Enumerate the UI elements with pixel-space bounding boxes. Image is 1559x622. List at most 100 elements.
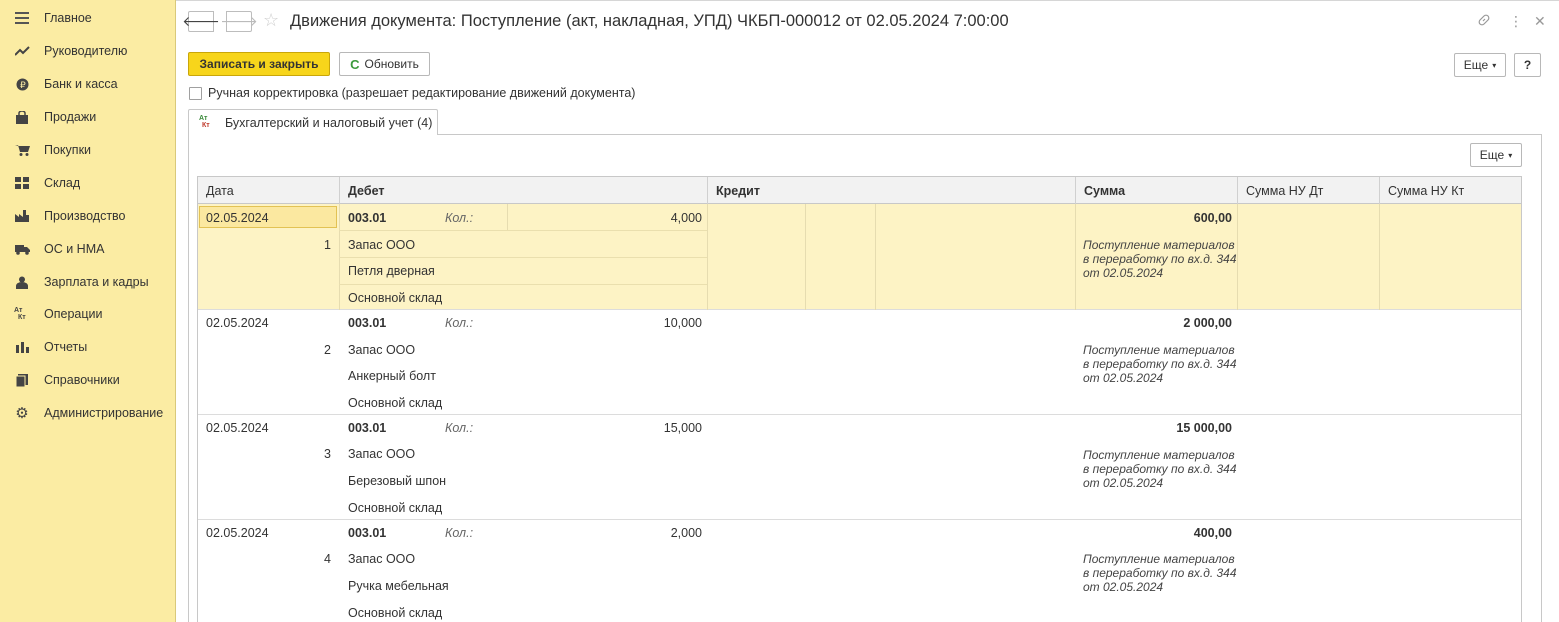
table-row[interactable]: 02.05.2024 1 003.01 Кол.: 4,000 Запас ОО… — [198, 204, 1521, 310]
bar-chart-icon — [14, 339, 30, 355]
row-comment: Поступление материалов в переработку по … — [1083, 448, 1237, 490]
debit-subconto-2: Ручка мебельная — [348, 579, 449, 593]
refresh-button[interactable]: C Обновить — [339, 52, 430, 76]
forward-button[interactable]: 🡒 — [220, 11, 258, 32]
sidebar-item-fixed-assets[interactable]: ОС и НМА — [0, 238, 176, 260]
svg-text:₽: ₽ — [20, 81, 26, 91]
table-more-button[interactable]: Еще ▾ — [1470, 143, 1522, 167]
back-button[interactable]: 🡐 — [182, 11, 220, 32]
sidebar-item-label: Банк и касса — [44, 77, 118, 91]
column-header-credit[interactable]: Кредит — [708, 177, 1076, 204]
debit-qty: 2,000 — [670, 526, 702, 540]
sidebar-item-admin[interactable]: ⚙ Администрирование — [0, 402, 176, 424]
debit-qty: 15,000 — [663, 421, 702, 435]
row-date: 02.05.2024 — [206, 526, 269, 540]
qty-label: Кол.: — [445, 316, 474, 330]
sidebar-item-label: Справочники — [44, 373, 120, 387]
debit-subconto-3: Основной склад — [348, 291, 443, 305]
debit-account: 003.01 — [348, 421, 387, 435]
debit-subconto-3: Основной склад — [348, 396, 443, 410]
truck-icon — [14, 241, 30, 257]
row-date: 02.05.2024 — [206, 211, 269, 225]
column-header-sum[interactable]: Сумма — [1076, 177, 1238, 204]
sidebar-item-purchases[interactable]: Покупки — [0, 139, 176, 161]
manual-correction-checkbox[interactable] — [189, 86, 202, 100]
column-header-debit[interactable]: Дебет — [340, 177, 708, 204]
more-label: Еще — [1463, 58, 1489, 72]
cart-icon — [14, 142, 30, 158]
arrow-right-icon: 🡒 — [220, 13, 258, 29]
sidebar-item-label: Зарплата и кадры — [44, 275, 149, 289]
sidebar-item-sales[interactable]: Продажи — [0, 106, 176, 128]
debit-subconto-2: Анкерный болт — [348, 369, 436, 383]
person-icon — [14, 274, 30, 290]
manual-correction-row[interactable]: Ручная корректировка (разрешает редактир… — [189, 86, 635, 100]
row-date: 02.05.2024 — [206, 421, 269, 435]
more-button[interactable]: Еще ▾ — [1454, 53, 1506, 77]
sidebar-item-warehouse[interactable]: Склад — [0, 172, 176, 194]
table-row[interactable]: 02.05.2024 2 003.01 Кол.: 10,000 Запас О… — [198, 310, 1521, 415]
sidebar-item-label: Производство — [44, 209, 126, 223]
sidebar-item-label: Операции — [44, 307, 103, 321]
debit-subconto-3: Основной склад — [348, 501, 443, 515]
column-header-sum-tax-dt[interactable]: Сумма НУ Дт — [1238, 177, 1380, 204]
link-icon[interactable] — [1477, 13, 1491, 30]
row-number: 1 — [324, 238, 331, 252]
trend-icon — [14, 43, 30, 59]
sidebar-item-references[interactable]: Справочники — [0, 369, 176, 391]
sidebar-item-reports[interactable]: Отчеты — [0, 336, 176, 358]
page-title: Движения документа: Поступление (акт, на… — [290, 12, 1009, 30]
row-sum: 2 000,00 — [1183, 316, 1232, 330]
debit-qty: 4,000 — [670, 211, 702, 225]
more-vertical-icon[interactable]: ⋮ — [1509, 13, 1523, 30]
sidebar-item-director[interactable]: Руководителю — [0, 40, 176, 62]
sidebar: Главное Руководителю ₽ Банк и касса Прод… — [0, 0, 176, 622]
sidebar-item-salary[interactable]: Зарплата и кадры — [0, 271, 176, 293]
sidebar-item-bank[interactable]: ₽ Банк и касса — [0, 73, 176, 95]
menu-icon — [14, 10, 30, 26]
row-number: 4 — [324, 552, 331, 566]
more-label: Еще — [1479, 148, 1505, 162]
debit-subconto-1: Запас ООО — [348, 552, 416, 566]
column-header-date[interactable]: Дата — [198, 177, 340, 204]
refresh-label: Обновить — [364, 57, 419, 71]
movements-table: Дата Дебет Кредит Сумма Сумма НУ Дт Сумм… — [197, 176, 1522, 622]
dt-kt-icon: Ат Кт — [199, 115, 210, 129]
row-comment: Поступление материалов в переработку по … — [1083, 552, 1237, 594]
dropdown-arrow-icon: ▾ — [1508, 150, 1513, 160]
coin-icon: ₽ — [14, 76, 30, 92]
save-and-close-button[interactable]: Записать и закрыть — [188, 52, 330, 76]
row-date: 02.05.2024 — [206, 316, 269, 330]
sidebar-item-label: Администрирование — [44, 406, 164, 420]
column-header-sum-tax-kt[interactable]: Сумма НУ Кт — [1380, 177, 1521, 204]
sidebar-item-label: Продажи — [44, 110, 97, 124]
table-header: Дата Дебет Кредит Сумма Сумма НУ Дт Сумм… — [198, 177, 1521, 204]
debit-subconto-1: Запас ООО — [348, 343, 416, 357]
table-row[interactable]: 02.05.2024 4 003.01 Кол.: 2,000 Запас ОО… — [198, 520, 1521, 622]
row-sum: 15 000,00 — [1176, 421, 1232, 435]
help-button[interactable]: ? — [1514, 53, 1541, 77]
debit-subconto-1: Запас ООО — [348, 238, 416, 252]
manual-correction-label: Ручная корректировка (разрешает редактир… — [208, 86, 636, 100]
qty-label: Кол.: — [445, 526, 474, 540]
table-row[interactable]: 02.05.2024 3 003.01 Кол.: 15,000 Запас О… — [198, 415, 1521, 520]
star-icon[interactable]: ☆ — [263, 10, 279, 31]
refresh-icon: C — [350, 56, 360, 72]
row-number: 3 — [324, 447, 331, 461]
factory-icon — [14, 208, 30, 224]
debit-account: 003.01 — [348, 211, 387, 225]
debit-subconto-1: Запас ООО — [348, 447, 416, 461]
row-sum: 400,00 — [1193, 526, 1232, 540]
dropdown-arrow-icon: ▾ — [1492, 60, 1497, 70]
sidebar-item-label: ОС и НМА — [44, 242, 105, 256]
sidebar-item-main[interactable]: Главное — [0, 7, 176, 29]
sidebar-item-label: Главное — [44, 11, 92, 25]
debit-qty: 10,000 — [663, 316, 702, 330]
close-icon[interactable]: ✕ — [1534, 13, 1546, 30]
sidebar-item-production[interactable]: Производство — [0, 205, 176, 227]
tab-accounting[interactable]: Ат Кт Бухгалтерский и налоговый учет (4) — [188, 109, 438, 135]
debit-subconto-2: Петля дверная — [348, 264, 435, 278]
arrow-left-icon: 🡐 — [182, 13, 220, 29]
sidebar-item-operations[interactable]: Ат Кт Операции — [0, 303, 176, 325]
qty-label: Кол.: — [445, 211, 474, 225]
